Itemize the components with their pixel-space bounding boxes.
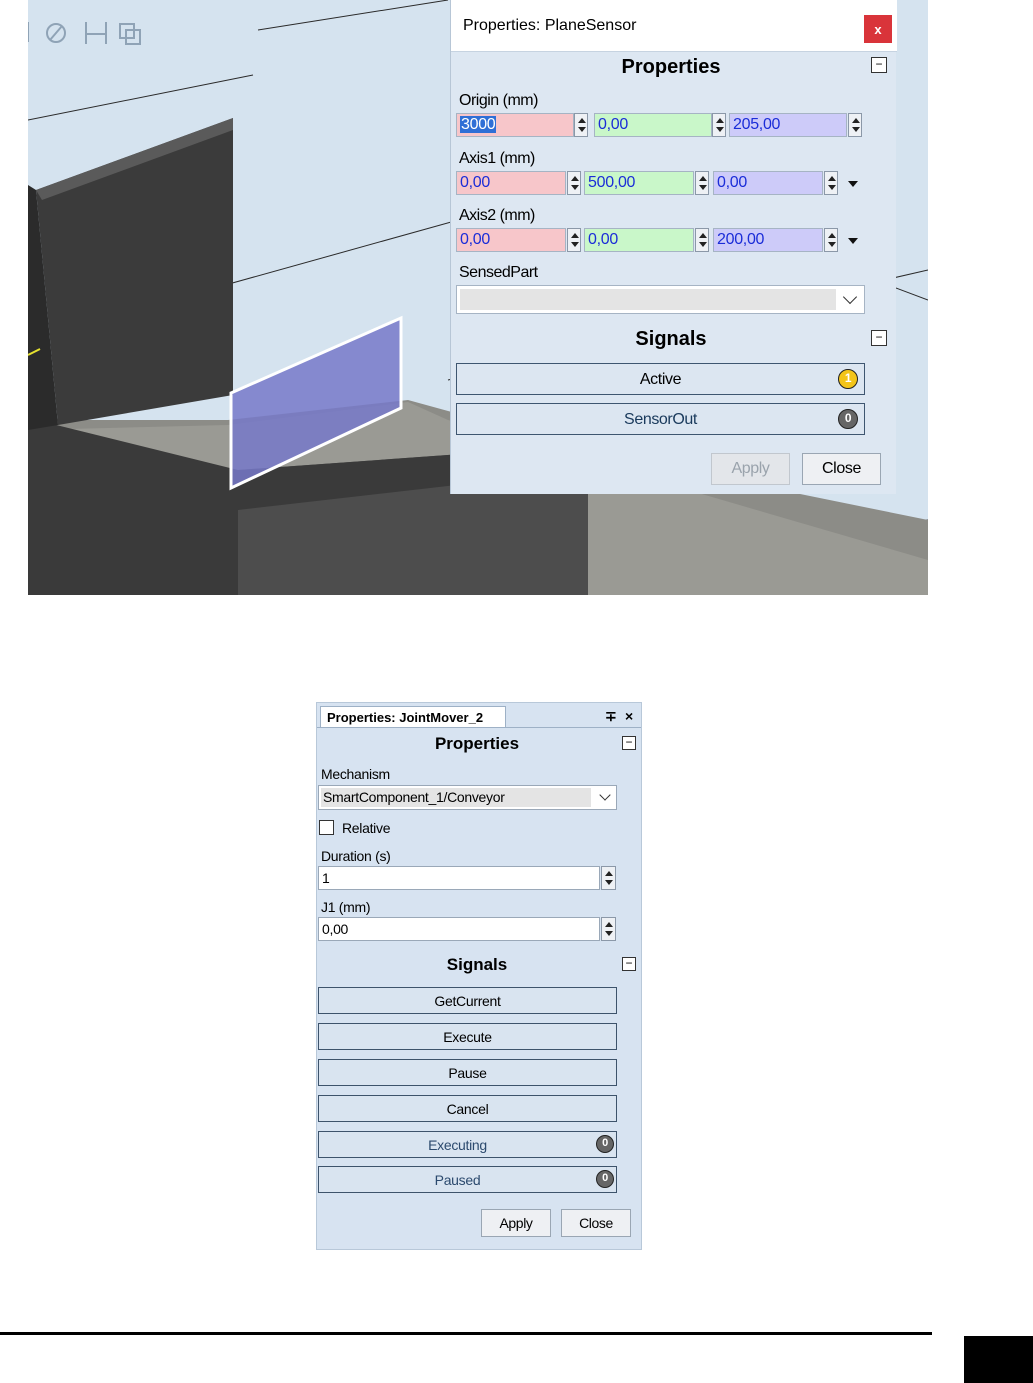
close-button[interactable]: Close — [802, 453, 881, 485]
apply-button[interactable]: Apply — [711, 453, 790, 485]
chevron-down-icon — [842, 289, 858, 305]
axis2-y-spinner[interactable] — [695, 228, 709, 252]
signal-paused-indicator-icon: 0 — [596, 1170, 614, 1188]
panel-title: Properties: PlaneSensor — [463, 17, 637, 34]
mechanism-dropdown[interactable]: SmartComponent_1/Conveyor — [318, 785, 617, 810]
j1-label: J1 (mm) — [321, 899, 371, 915]
collapse-signals-button[interactable]: − — [871, 330, 887, 346]
signal-executing-indicator-icon: 0 — [596, 1135, 614, 1153]
execute-button[interactable]: Execute — [318, 1023, 617, 1050]
axis1-x-spinner[interactable] — [567, 171, 581, 195]
signal-executing-button[interactable]: Executing 0 — [318, 1131, 617, 1158]
footer-rule — [0, 1332, 932, 1335]
close-icon[interactable]: x — [864, 15, 892, 43]
origin-x-spinner[interactable] — [574, 113, 588, 137]
sensed-part-dropdown[interactable] — [456, 285, 865, 314]
axis2-y-input[interactable]: 0,00 — [584, 228, 694, 252]
tabstrip-divider — [317, 727, 641, 728]
origin-z-spinner[interactable] — [848, 113, 862, 137]
origin-y-input[interactable]: 0,00 — [594, 113, 712, 137]
properties-section-header: Properties — [621, 56, 721, 78]
axis1-dropdown-arrow-icon[interactable] — [847, 171, 859, 195]
origin-z-input[interactable]: 205,00 — [729, 113, 847, 137]
duration-input[interactable]: 1 — [318, 866, 600, 890]
close-icon[interactable]: × — [625, 708, 633, 724]
signal-executing-label: Executing — [428, 1137, 487, 1153]
collapse-properties-button[interactable]: − — [622, 736, 636, 750]
tab-properties-jointmover[interactable]: Properties: JointMover_2 — [320, 706, 506, 728]
signals-section-header: Signals — [446, 955, 508, 974]
origin-y-spinner[interactable] — [712, 113, 726, 137]
axis1-y-input[interactable]: 500,00 — [584, 171, 694, 195]
axis2-z-spinner[interactable] — [824, 228, 838, 252]
j1-spinner[interactable] — [601, 917, 616, 941]
duration-label: Duration (s) — [321, 848, 391, 864]
signal-paused-button[interactable]: Paused 0 — [318, 1166, 617, 1193]
origin-x-value: 3000 — [460, 116, 497, 133]
relative-checkbox[interactable] — [319, 820, 334, 835]
axis2-dropdown-arrow-icon[interactable] — [847, 228, 859, 252]
axis2-z-input[interactable]: 200,00 — [713, 228, 823, 252]
axis2-x-spinner[interactable] — [567, 228, 581, 252]
panel-tabstrip: Properties: JointMover_2 ∓ × — [317, 703, 641, 728]
signal-sensorout-button[interactable]: SensorOut 0 — [456, 403, 865, 435]
signal-sensorout-indicator-icon: 0 — [838, 409, 858, 429]
plane-sensor-properties-panel: Properties: PlaneSensor x Properties − O… — [450, 0, 897, 494]
axis1-z-spinner[interactable] — [824, 171, 838, 195]
panel-titlebar: Properties: PlaneSensor x — [451, 0, 897, 52]
pause-button[interactable]: Pause — [318, 1059, 617, 1086]
axis2-label: Axis2 (mm) — [459, 207, 535, 224]
getcurrent-button[interactable]: GetCurrent — [318, 987, 617, 1014]
chevron-down-icon — [599, 789, 611, 801]
signal-sensorout-label: SensorOut — [624, 411, 697, 428]
collapse-properties-button[interactable]: − — [871, 57, 887, 73]
toolbar-icons — [28, 22, 141, 45]
axis2-x-input[interactable]: 0,00 — [456, 228, 566, 252]
axis1-label: Axis1 (mm) — [459, 150, 535, 167]
collapse-signals-button[interactable]: − — [622, 957, 636, 971]
relative-label: Relative — [342, 820, 391, 836]
mechanism-value: SmartComponent_1/Conveyor — [321, 788, 591, 807]
origin-label: Origin (mm) — [459, 92, 538, 109]
joint-mover-properties-panel: Properties: JointMover_2 ∓ × Properties … — [316, 702, 642, 1250]
origin-x-input[interactable]: 3000 — [456, 113, 574, 137]
signal-active-indicator-icon: 1 — [838, 369, 858, 389]
signals-section-header: Signals — [635, 328, 707, 350]
axis1-y-spinner[interactable] — [695, 171, 709, 195]
axis1-z-input[interactable]: 0,00 — [713, 171, 823, 195]
signal-active-label: Active — [639, 371, 682, 388]
duration-spinner[interactable] — [601, 866, 616, 890]
properties-section-header: Properties — [434, 734, 520, 753]
sensed-part-value — [460, 289, 836, 310]
mechanism-label: Mechanism — [321, 766, 390, 782]
cancel-button[interactable]: Cancel — [318, 1095, 617, 1122]
page-tab-marker — [964, 1336, 1033, 1383]
pin-icon[interactable]: ∓ — [605, 708, 617, 725]
axis1-x-input[interactable]: 0,00 — [456, 171, 566, 195]
signal-active-button[interactable]: Active 1 — [456, 363, 865, 395]
signal-paused-label: Paused — [434, 1172, 481, 1188]
sensed-part-label: SensedPart — [459, 264, 538, 281]
j1-input[interactable]: 0,00 — [318, 917, 600, 941]
close-button[interactable]: Close — [561, 1209, 631, 1237]
apply-button[interactable]: Apply — [481, 1209, 551, 1237]
